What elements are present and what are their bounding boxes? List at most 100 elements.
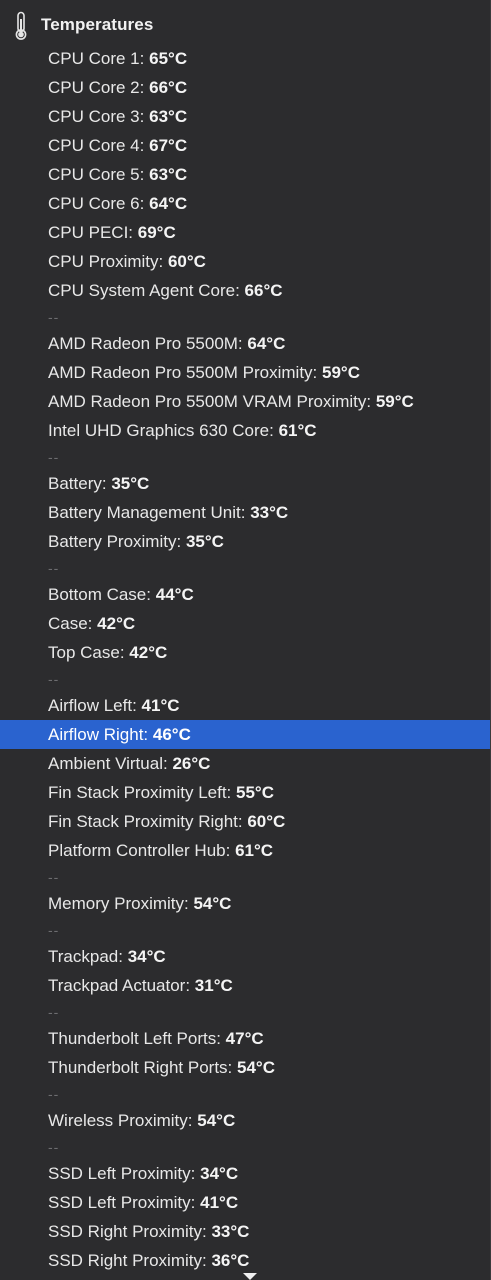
sensor-menu-item[interactable]: Fin Stack Proximity Right: 60°C — [0, 807, 491, 836]
sensor-value: 35°C — [111, 474, 150, 493]
sensor-menu-item[interactable]: Thunderbolt Left Ports: 47°C — [0, 1024, 491, 1053]
sensor-value: 41°C — [200, 1193, 239, 1212]
sensor-menu-item[interactable]: Fin Stack Proximity Left: 55°C — [0, 778, 491, 807]
menu-separator: -- — [48, 1004, 60, 1020]
sensor-value: 63°C — [149, 165, 188, 184]
menu-separator: -- — [48, 671, 60, 687]
sensor-menu-item[interactable]: SSD Left Proximity: 41°C — [0, 1188, 491, 1217]
sensor-label: CPU Core 5: — [48, 165, 145, 184]
sensor-menu-item[interactable]: Thunderbolt Right Ports: 54°C — [0, 1053, 491, 1082]
sensor-value: 61°C — [278, 421, 317, 440]
sensor-menu-item[interactable]: AMD Radeon Pro 5500M: 64°C — [0, 329, 491, 358]
sensor-value: 59°C — [322, 363, 360, 382]
menu-separator: -- — [48, 922, 60, 938]
temperatures-header: Temperatures — [0, 8, 491, 42]
sensor-label: SSD Right Proximity: — [48, 1251, 207, 1270]
sensor-label: Battery Management Unit: — [48, 503, 246, 522]
sensor-menu-item[interactable]: SSD Right Proximity: 36°C — [0, 1246, 491, 1275]
thermometer-icon — [15, 11, 27, 40]
sensor-menu-item[interactable]: CPU System Agent Core: 66°C — [0, 276, 491, 305]
sensor-menu-item[interactable]: Trackpad Actuator: 31°C — [0, 971, 491, 1000]
scroll-down-arrow-icon[interactable] — [243, 1273, 257, 1280]
sensor-value: 59°C — [375, 392, 414, 411]
menu-separator: -- — [48, 1086, 60, 1102]
sensor-menu-item[interactable]: Battery Proximity: 35°C — [0, 527, 491, 556]
sensor-menu-item[interactable]: AMD Radeon Pro 5500M Proximity: 59°C — [0, 358, 491, 387]
sensor-label: Trackpad Actuator: — [48, 976, 191, 995]
sensor-label: AMD Radeon Pro 5500M: — [48, 334, 243, 353]
sensor-menu-item[interactable]: CPU Core 5: 63°C — [0, 160, 491, 189]
sensor-label: Trackpad: — [48, 947, 123, 966]
sensor-menu-item[interactable]: Trackpad: 34°C — [0, 942, 491, 971]
sensor-menu-item[interactable]: Intel UHD Graphics 630 Core: 61°C — [0, 416, 491, 445]
sensor-menu-item[interactable]: Ambient Virtual: 26°C — [0, 749, 491, 778]
sensor-value: 33°C — [211, 1222, 250, 1241]
sensor-menu-item[interactable]: Case: 42°C — [0, 609, 491, 638]
header-title: Temperatures — [41, 15, 154, 34]
sensor-value: 54°C — [237, 1058, 275, 1077]
sensor-menu-item[interactable]: Battery Management Unit: 33°C — [0, 498, 491, 527]
menu-separator: -- — [48, 1139, 60, 1155]
sensor-value: 35°C — [185, 532, 224, 551]
sensor-label: Intel UHD Graphics 630 Core: — [48, 421, 274, 440]
sensor-menu-item[interactable]: Bottom Case: 44°C — [0, 580, 491, 609]
sensor-label: Battery: — [48, 474, 107, 493]
sensor-menu-item[interactable]: AMD Radeon Pro 5500M VRAM Proximity: 59°… — [0, 387, 491, 416]
sensor-menu-item[interactable]: Top Case: 42°C — [0, 638, 491, 667]
sensor-value: 33°C — [250, 503, 289, 522]
sensor-label: CPU Proximity: — [48, 252, 164, 271]
sensor-value: 63°C — [149, 107, 188, 126]
sensor-menu-item[interactable]: Platform Controller Hub: 61°C — [0, 836, 491, 865]
sensor-menu-item[interactable]: CPU Core 4: 67°C — [0, 131, 491, 160]
sensor-label: Battery Proximity: — [48, 532, 182, 551]
sensor-label: Platform Controller Hub: — [48, 841, 231, 860]
menu-separator: -- — [48, 560, 60, 576]
sensor-label: Case: — [48, 614, 93, 633]
sensor-label: CPU Core 1: — [48, 49, 145, 68]
sensor-label: CPU System Agent Core: — [48, 281, 240, 300]
sensor-menu-item[interactable]: SSD Right Proximity: 33°C — [0, 1217, 491, 1246]
sensor-label: Airflow Left: — [48, 696, 137, 715]
sensor-menu-item[interactable]: CPU PECI: 69°C — [0, 218, 491, 247]
sensor-menu-item[interactable]: Battery: 35°C — [0, 469, 491, 498]
sensor-label: CPU Core 3: — [48, 107, 145, 126]
menu-separator: -- — [48, 869, 60, 885]
sensor-label: CPU Core 2: — [48, 78, 145, 97]
sensor-list: CPU Core 1: 65°C CPU Core 2: 66°C CPU Core… — [0, 44, 491, 1275]
sensor-label: CPU Core 6: — [48, 194, 145, 213]
sensor-menu-item[interactable]: CPU Core 3: 63°C — [0, 102, 491, 131]
sensor-value: 41°C — [141, 696, 180, 715]
sensor-menu-item[interactable]: Wireless Proximity: 54°C — [0, 1106, 491, 1135]
sensor-menu-item[interactable]: CPU Core 6: 64°C — [0, 189, 491, 218]
sensor-value: 36°C — [211, 1251, 250, 1270]
sensor-label: Memory Proximity: — [48, 894, 189, 913]
sensor-value: 44°C — [155, 585, 194, 604]
sensor-menu-item[interactable]: Airflow Left: 41°C — [0, 691, 491, 720]
sensor-menu-item[interactable]: Airflow Right: 46°C — [0, 720, 491, 749]
sensor-menu-item[interactable]: CPU Core 1: 65°C — [0, 44, 491, 73]
sensor-value: 34°C — [127, 947, 166, 966]
sensor-value: 60°C — [247, 812, 286, 831]
sensor-label: AMD Radeon Pro 5500M Proximity: — [48, 363, 318, 382]
sensor-value: 60°C — [167, 252, 206, 271]
sensor-menu-item[interactable]: CPU Proximity: 60°C — [0, 247, 491, 276]
sensor-label: Thunderbolt Left Ports: — [48, 1029, 221, 1048]
sensor-value: 42°C — [97, 614, 136, 633]
sensor-label: SSD Left Proximity: — [48, 1164, 196, 1183]
sensor-value: 54°C — [197, 1111, 236, 1130]
sensor-value: 64°C — [149, 194, 188, 213]
sensor-label: AMD Radeon Pro 5500M VRAM Proximity: — [48, 392, 372, 411]
sensor-value: 34°C — [200, 1164, 239, 1183]
sensor-value: 66°C — [244, 281, 283, 300]
sensor-value: 64°C — [247, 334, 286, 353]
sensor-value: 66°C — [149, 78, 188, 97]
sensor-value: 67°C — [149, 136, 188, 155]
sensor-menu-item[interactable]: CPU Core 2: 66°C — [0, 73, 491, 102]
temperatures-menu: Temperatures CPU Core 1: 65°C CPU Core 2:… — [0, 0, 491, 1280]
sensor-label: CPU Core 4: — [48, 136, 145, 155]
sensor-menu-item[interactable]: SSD Left Proximity: 34°C — [0, 1159, 491, 1188]
sensor-label: Ambient Virtual: — [48, 754, 168, 773]
sensor-menu-item[interactable]: Memory Proximity: 54°C — [0, 889, 491, 918]
sensor-label: CPU PECI: — [48, 223, 134, 242]
sensor-label: Thunderbolt Right Ports: — [48, 1058, 233, 1077]
